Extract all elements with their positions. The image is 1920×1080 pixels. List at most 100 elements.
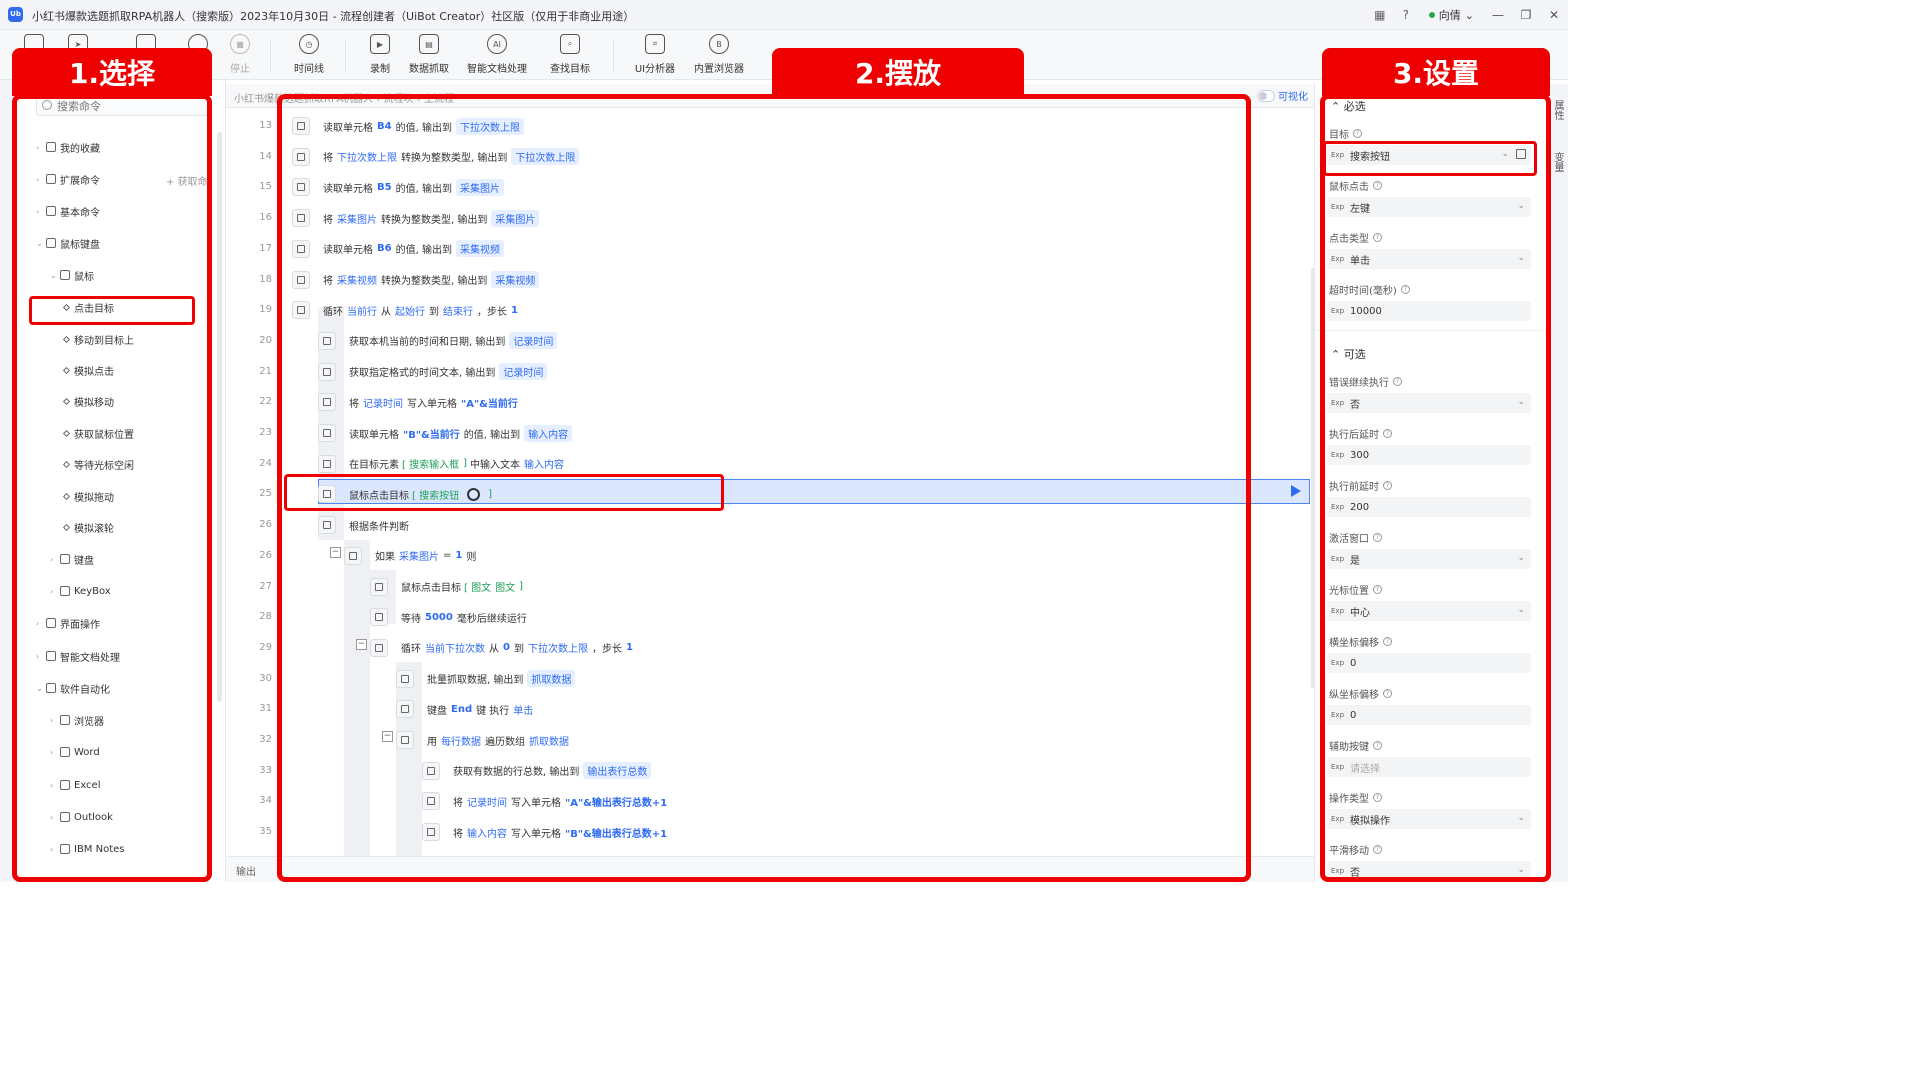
chevron-right-icon[interactable]: › — [50, 781, 60, 790]
command-row[interactable]: 读取单元格 B5 的值, 输出到 采集图片 — [292, 175, 1316, 199]
tree-item-keybox[interactable]: › KeyBox — [50, 582, 111, 600]
command-row[interactable]: 在目标元素[ 搜索输入框] 中输入文本 输入内容 — [318, 452, 1342, 476]
chevron-down-icon[interactable]: ⌄ — [1517, 553, 1525, 563]
expression-badge[interactable]: Exp — [1331, 451, 1344, 459]
command-row[interactable]: 将记录时间 写入单元格 "A"&当前行 — [318, 390, 1342, 414]
visualize-toggle[interactable]: 可视化 — [1257, 88, 1308, 103]
property-field[interactable]: Exp 请选择 — [1327, 757, 1531, 777]
expression-badge[interactable]: Exp — [1331, 399, 1344, 407]
output-variable-pill[interactable]: 输入内容 — [524, 424, 573, 442]
value-token[interactable]: 5000 — [425, 612, 453, 623]
variable-token[interactable]: 每行数据 — [441, 733, 481, 748]
value-token[interactable]: B5 — [377, 182, 392, 193]
required-section-header[interactable]: ⌃ 必选 — [1331, 98, 1366, 114]
chevron-right-icon[interactable]: › — [36, 207, 46, 216]
chevron-right-icon[interactable]: › — [50, 813, 60, 822]
tree-item-18[interactable]: › 浏览器 — [50, 711, 104, 729]
chevron-down-icon[interactable]: ⌄ — [1517, 813, 1525, 823]
tree-item-4[interactable]: ⌄ 鼠标 — [50, 266, 94, 284]
output-variable-pill[interactable]: 下拉次数上限 — [455, 117, 524, 135]
chevron-right-icon[interactable]: › — [50, 716, 60, 725]
tree-item-12[interactable]: 模拟滚轮 — [62, 518, 114, 536]
command-row[interactable]: 读取单元格 B6 的值, 输出到 采集视频 — [292, 237, 1316, 261]
value-token[interactable]: 1 — [511, 305, 518, 316]
help-icon[interactable]: ? — [1373, 233, 1382, 242]
timeline-button[interactable]: ◷ 时间线 — [277, 34, 341, 75]
value-token[interactable]: "B"&输出表行总数+1 — [565, 825, 667, 840]
tree-item-9[interactable]: 获取鼠标位置 — [62, 424, 134, 442]
expression-badge[interactable]: Exp — [1331, 203, 1344, 211]
help-icon[interactable]: ? — [1373, 533, 1382, 542]
target-token[interactable]: ] — [463, 458, 467, 469]
tree-item-3[interactable]: ⌄ 鼠标键盘 — [36, 234, 100, 252]
chevron-right-icon[interactable]: › — [50, 748, 60, 757]
help-icon[interactable]: ? — [1383, 429, 1392, 438]
help-icon[interactable]: ? — [1400, 285, 1410, 294]
chevron-right-icon[interactable]: › — [50, 587, 60, 596]
user-menu[interactable]: 向倩 ⌄ — [1419, 7, 1484, 23]
expression-badge[interactable]: Exp — [1331, 659, 1344, 667]
get-command-button[interactable]: + 获取命 — [166, 173, 208, 188]
tab-properties[interactable]: 属性 — [1552, 100, 1565, 120]
chevron-right-icon[interactable]: › — [36, 175, 46, 184]
chevron-down-icon[interactable]: ⌄ — [36, 684, 46, 693]
target-token[interactable]: ] — [519, 581, 523, 592]
tree-item-11[interactable]: 模拟拖动 — [62, 487, 114, 505]
command-row[interactable]: 读取单元格 "B"&当前行 的值, 输出到 输入内容 — [318, 421, 1342, 445]
target-token[interactable]: 图文 — [495, 579, 515, 594]
command-row[interactable]: 根据条件判断 — [318, 513, 1342, 537]
command-row[interactable]: 获取有数据的行总数, 输出到 输出表行总数 — [422, 759, 1446, 783]
command-row[interactable]: 获取本机当前的时间和日期, 输出到 记录时间 — [318, 329, 1342, 353]
output-variable-pill[interactable]: 采集图片 — [455, 178, 504, 196]
variable-token[interactable]: 抓取数据 — [529, 733, 569, 748]
tree-item-8[interactable]: 模拟移动 — [62, 392, 114, 410]
close-button[interactable]: ✕ — [1540, 0, 1568, 30]
variable-token[interactable]: 起始行 — [395, 303, 425, 318]
chevron-down-icon[interactable]: ⌄ — [1517, 605, 1525, 615]
command-row[interactable]: 批量抓取数据, 输出到 抓取数据 — [396, 667, 1420, 691]
help-icon[interactable]: ? — [1383, 689, 1392, 698]
command-row[interactable]: 将记录时间 写入单元格 "A"&输出表行总数+1 — [422, 789, 1446, 813]
value-token[interactable]: "A"&当前行 — [461, 395, 518, 410]
variable-token[interactable]: 采集视频 — [337, 272, 377, 287]
tree-item-7[interactable]: 模拟点击 — [62, 361, 114, 379]
tree-item-1[interactable]: › 扩展命令 — [36, 170, 100, 188]
command-row[interactable]: 获取指定格式的时间文本, 输出到 记录时间 — [318, 360, 1342, 384]
property-field[interactable]: Exp 是 ⌄ — [1327, 549, 1531, 569]
target-token[interactable]: ] — [488, 489, 492, 500]
value-token[interactable]: B6 — [377, 243, 392, 254]
value-token[interactable]: "A"&输出表行总数+1 — [565, 794, 667, 809]
value-token[interactable]: End — [451, 704, 472, 715]
tree-item-5[interactable]: 点击目标 — [62, 298, 114, 316]
property-field[interactable]: Exp 0 — [1327, 705, 1531, 725]
output-variable-pill[interactable]: 输出表行总数 — [583, 762, 652, 780]
help-icon[interactable]: ? — [1353, 129, 1362, 138]
expression-badge[interactable]: Exp — [1331, 503, 1344, 511]
value-token[interactable]: B4 — [377, 121, 392, 132]
chevron-down-icon[interactable]: ⌄ — [50, 271, 60, 280]
command-row[interactable]: 将采集视频 转换为整数类型, 输出到 采集视频 — [292, 268, 1316, 292]
tree-item-17[interactable]: ⌄ 软件自动化 — [36, 679, 110, 697]
expression-badge[interactable]: Exp — [1331, 867, 1344, 875]
target-token[interactable]: [ 图文 — [464, 579, 491, 594]
stop-button[interactable]: ■ 停止 — [208, 34, 272, 75]
property-field[interactable]: Exp 10000 — [1327, 301, 1531, 321]
command-row[interactable]: 等待 5000 毫秒后继续运行 — [370, 605, 1394, 629]
variable-token[interactable]: 记录时间 — [467, 794, 507, 809]
chevron-right-icon[interactable]: › — [36, 143, 46, 152]
command-row[interactable]: 鼠标点击目标[ 搜索按钮] — [318, 482, 1342, 506]
chevron-down-icon[interactable]: ⌄ — [36, 239, 46, 248]
find-target-button[interactable]: ⌕ 查找目标 — [538, 34, 602, 75]
variable-token[interactable]: 下拉次数上限 — [337, 149, 397, 164]
value-token[interactable]: "B"&当前行 — [403, 426, 460, 441]
chevron-down-icon[interactable]: ⌄ — [1517, 201, 1525, 211]
breadcrumb[interactable]: 小红书爆款选题抓取RPA机器人 › 流程块 › 主流程 — [234, 90, 454, 105]
collapse-icon[interactable]: − — [330, 547, 341, 558]
output-variable-pill[interactable]: 下拉次数上限 — [511, 148, 580, 166]
output-variable-pill[interactable]: 采集图片 — [491, 209, 540, 227]
expression-badge[interactable]: Exp — [1331, 763, 1344, 771]
help-icon[interactable]: ? — [1373, 741, 1382, 750]
chevron-down-icon[interactable]: ⌄ — [1501, 149, 1509, 159]
variable-token[interactable]: 单击 — [513, 702, 533, 717]
property-field[interactable]: Exp 单击 ⌄ — [1327, 249, 1531, 269]
